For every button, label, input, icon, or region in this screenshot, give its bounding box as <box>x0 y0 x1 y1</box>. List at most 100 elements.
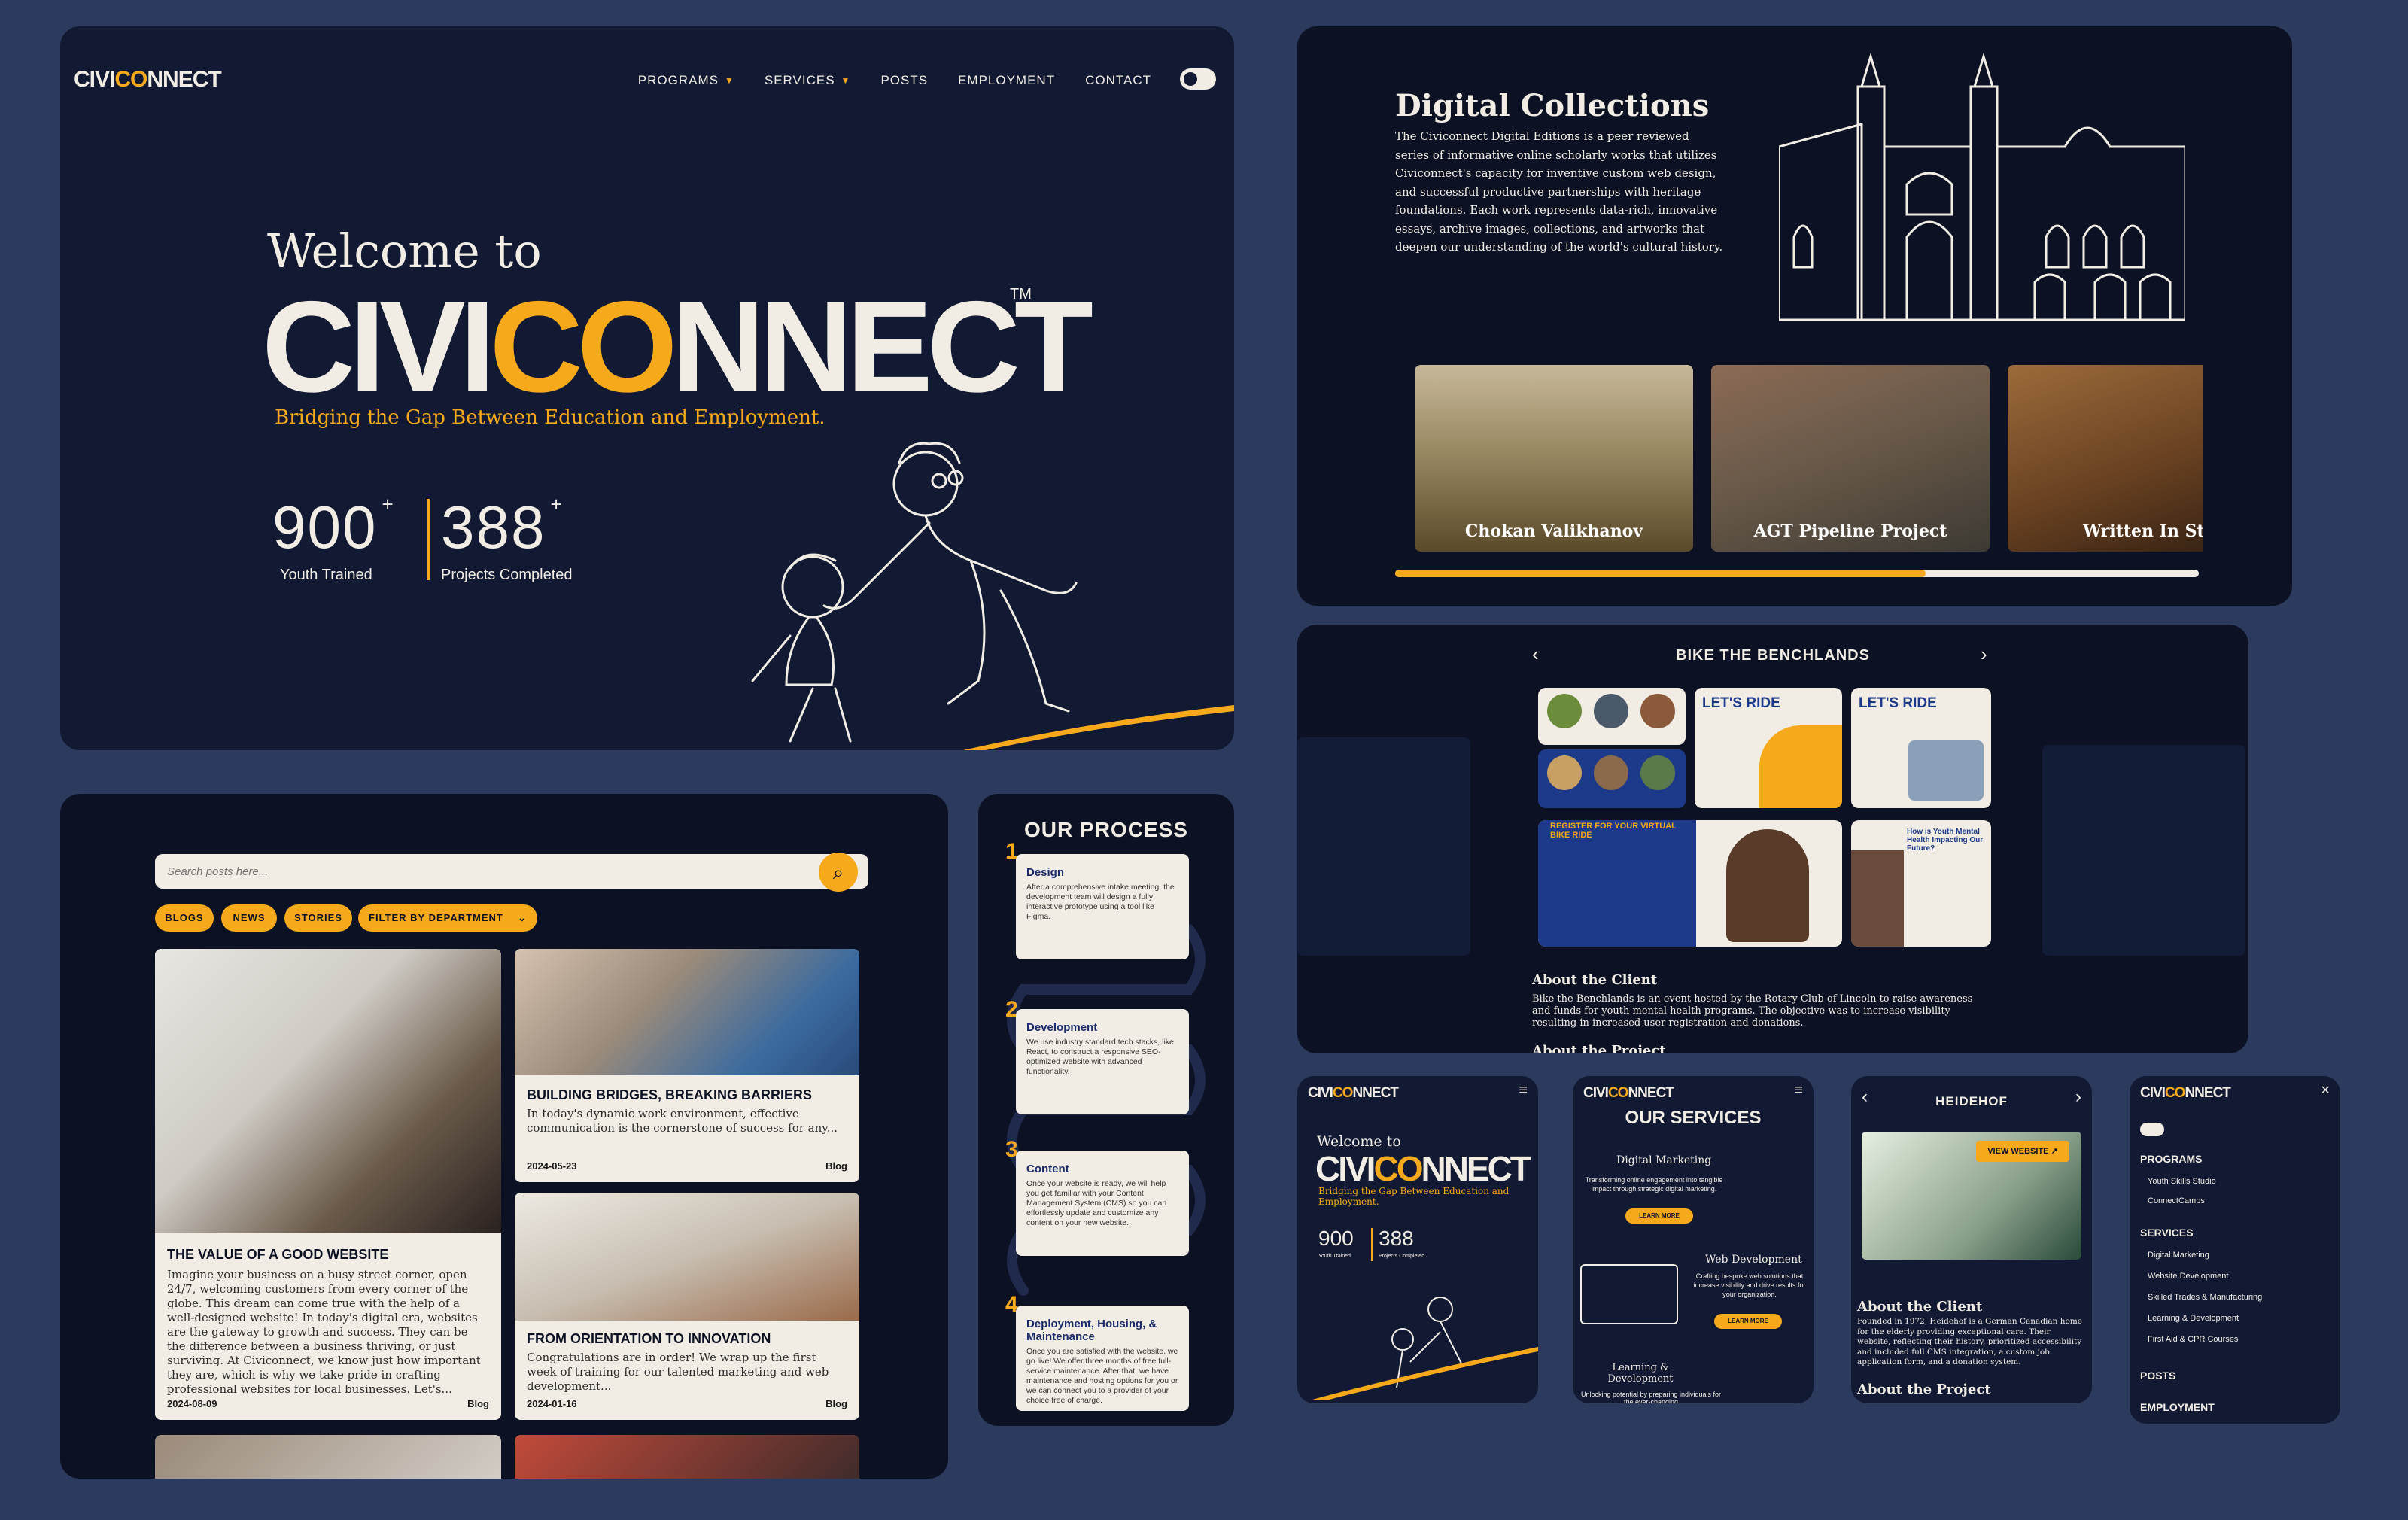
process-step: Content Once your website is ready, we w… <box>1016 1151 1189 1256</box>
post-excerpt: Imagine your business on a busy street c… <box>167 1268 481 1396</box>
stat-value: 900 <box>272 494 378 561</box>
welcome-text: Welcome to <box>1317 1133 1401 1150</box>
blog-panel: ⌕ BLOGS NEWS STORIES FILTER BY DEPARTMEN… <box>60 794 948 1479</box>
hero-panel: CIVICONNECT PROGRAMS ▼ SERVICES ▼ POSTS EM… <box>60 26 1234 750</box>
hamburger-icon[interactable]: ≡ <box>1794 1082 1803 1099</box>
carousel-progress[interactable] <box>1395 570 2199 577</box>
menu-item[interactable]: Youth Skills Studio <box>2148 1177 2216 1186</box>
about-project-title: About the Project <box>1857 1382 1991 1397</box>
about-project-title: About the Project <box>1532 1043 1666 1053</box>
bike-title: BIKE THE BENCHLANDS <box>1676 647 1870 664</box>
post-card[interactable] <box>515 1435 859 1479</box>
card-heading: How is Youth Mental Health Impacting Our… <box>1907 828 1984 853</box>
post-card[interactable]: BUILDING BRIDGES, BREAKING BARRIERS In t… <box>515 949 859 1182</box>
rider-avatars-tile[interactable] <box>1538 688 1686 745</box>
rider-avatars-tile[interactable] <box>1538 749 1686 808</box>
process-step: Deployment, Housing, & Maintenance Once … <box>1016 1306 1189 1411</box>
service-text: Crafting bespoke web solutions that incr… <box>1693 1272 1806 1298</box>
filter-blogs[interactable]: BLOGS <box>155 904 214 932</box>
filter-stories[interactable]: STORIES <box>284 904 352 932</box>
theme-toggle[interactable] <box>2140 1123 2164 1136</box>
menu-section-employment[interactable]: EMPLOYMENT <box>2140 1401 2215 1413</box>
nav-item-programs[interactable]: PROGRAMS ▼ <box>638 73 734 88</box>
title-part: CIVI <box>1315 1149 1376 1188</box>
nav-item-contact[interactable]: CONTACT <box>1085 73 1151 88</box>
stat-divider <box>427 499 430 580</box>
step-text: After a comprehensive intake meeting, th… <box>1026 883 1175 921</box>
menu-section-programs[interactable]: PROGRAMS <box>2140 1153 2202 1165</box>
menu-item[interactable]: First Aid & CPR Courses <box>2148 1335 2238 1344</box>
collection-card[interactable]: AGT Pipeline Project <box>1711 365 1990 552</box>
logo-part: CIVI <box>1583 1085 1609 1101</box>
title-part: CO <box>1373 1149 1423 1188</box>
collection-card[interactable]: Chokan Valikhanov <box>1415 365 1693 552</box>
menu-item[interactable]: Digital Marketing <box>2148 1251 2209 1260</box>
logo-part: NNECT <box>1628 1085 1674 1101</box>
post-card[interactable] <box>155 1435 501 1479</box>
post-card[interactable]: FROM ORIENTATION TO INNOVATION Congratul… <box>515 1193 859 1420</box>
brand-logo[interactable]: CIVICONNECT <box>1583 1085 1674 1102</box>
nav-item-posts[interactable]: POSTS <box>880 73 928 88</box>
collection-card[interactable]: Written In Stone <box>2008 365 2203 552</box>
post-image <box>155 949 501 1233</box>
register-banner[interactable]: REGISTER FOR YOUR VIRTUAL BIKE RIDE <box>1538 820 1842 947</box>
theme-toggle[interactable] <box>1180 68 1216 90</box>
stat-value: 388 <box>441 494 546 561</box>
logo-part: CIVI <box>2140 1085 2166 1101</box>
filter-news[interactable]: NEWS <box>221 904 277 932</box>
card-heading: LET'S RIDE <box>1702 695 1780 711</box>
menu-item[interactable]: ConnectCamps <box>2148 1196 2205 1205</box>
post-card[interactable]: THE VALUE OF A GOOD WEBSITE Imagine your… <box>155 949 501 1420</box>
trademark: TM <box>1010 286 1032 302</box>
stat-label: Youth Trained <box>280 567 372 583</box>
learn-more-button[interactable]: LEARN MORE <box>1625 1208 1693 1224</box>
lets-ride-card[interactable]: LET'S RIDE <box>1695 688 1842 808</box>
dropdown-label: FILTER BY DEPARTMENT <box>369 912 503 923</box>
post-title: FROM ORIENTATION TO INNOVATION <box>527 1331 771 1346</box>
mobile-heidehof-screen: ‹ › HEIDEHOF VIEW WEBSITE ↗ About the Cl… <box>1851 1076 2092 1403</box>
nav-item-services[interactable]: SERVICES ▼ <box>765 73 851 88</box>
nav-label: SERVICES <box>764 73 835 87</box>
card-caption: Chokan Valikhanov <box>1464 521 1643 541</box>
menu-section-services[interactable]: SERVICES <box>2140 1227 2194 1239</box>
service-text: Unlocking potential by preparing individ… <box>1580 1391 1722 1403</box>
faded-slide <box>2042 745 2245 956</box>
post-category: Blog <box>825 1398 847 1409</box>
castle-line-illustration <box>1779 52 2185 321</box>
step-title: Development <box>1026 1021 1098 1034</box>
mobile-hero-screen: CIVICONNECT ≡ Welcome to CIVICONNECT Bri… <box>1297 1076 1538 1403</box>
chevron-down-icon: ⌄ <box>518 912 527 923</box>
view-website-button[interactable]: VIEW WEBSITE ↗ <box>1976 1141 2069 1162</box>
mobile-menu-screen: CIVICONNECT × PROGRAMS Youth Skills Stud… <box>2130 1076 2340 1424</box>
title-part: CO <box>489 275 678 419</box>
lets-ride-card[interactable]: LET'S RIDE <box>1851 688 1991 808</box>
stat-divider <box>1371 1228 1373 1261</box>
step-text: We use industry standard tech stacks, li… <box>1026 1038 1174 1076</box>
process-step: Design After a comprehensive intake meet… <box>1016 854 1189 959</box>
nav-item-employment[interactable]: EMPLOYMENT <box>958 73 1055 88</box>
menu-section-posts[interactable]: POSTS <box>2140 1370 2175 1382</box>
project-title: HEIDEHOF <box>1935 1094 2008 1108</box>
menu-item[interactable]: Learning & Development <box>2148 1314 2239 1323</box>
mental-health-card[interactable]: How is Youth Mental Health Impacting Our… <box>1851 820 1991 947</box>
stat-plus: + <box>550 493 562 515</box>
brand-logo[interactable]: CIVICONNECT <box>2140 1085 2231 1102</box>
post-excerpt: In today's dynamic work environment, eff… <box>527 1107 838 1135</box>
brand-logo[interactable]: CIVICONNECT <box>1308 1085 1399 1102</box>
logo-part: NNECT <box>147 67 221 92</box>
stat-youth: 900 + Youth Trained <box>272 493 394 584</box>
helping-hand-illustration <box>1312 1297 1538 1400</box>
top-nav: CIVICONNECT PROGRAMS ▼ SERVICES ▼ POSTS EM… <box>60 62 1234 100</box>
search-input[interactable] <box>155 854 868 889</box>
department-dropdown[interactable]: FILTER BY DEPARTMENT ⌄ <box>358 904 537 932</box>
close-icon[interactable]: × <box>2321 1082 2330 1099</box>
menu-item[interactable]: Skilled Trades & Manufacturing <box>2148 1293 2262 1302</box>
menu-item[interactable]: Website Development <box>2148 1272 2228 1281</box>
step-title: Deployment, Housing, & Maintenance <box>1026 1318 1157 1343</box>
search-icon[interactable]: ⌕ <box>819 853 858 892</box>
button-label: VIEW WEBSITE <box>1987 1147 2049 1156</box>
post-category: Blog <box>467 1398 489 1409</box>
learn-more-button[interactable]: LEARN MORE <box>1714 1314 1782 1329</box>
hamburger-icon[interactable]: ≡ <box>1519 1082 1528 1099</box>
brand-logo[interactable]: CIVICONNECT <box>74 67 222 93</box>
